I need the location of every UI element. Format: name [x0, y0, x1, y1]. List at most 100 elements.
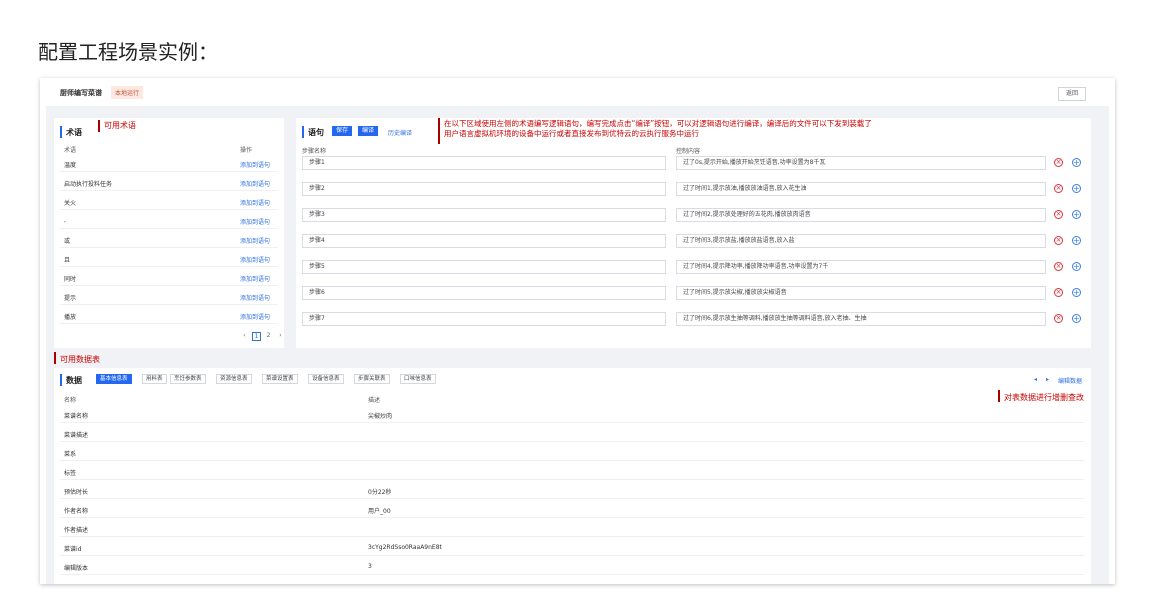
add-row-icon[interactable]: +	[1072, 262, 1081, 271]
term-name: 播放	[64, 314, 77, 321]
control-content-input[interactable]: 过了时间2,提示放处理好的五花肉,播放放肉语音	[676, 208, 1046, 222]
data-tab[interactable]: 菜谱设置表	[262, 374, 298, 384]
data-tab[interactable]: 口味信息表	[400, 374, 436, 384]
step-name-input[interactable]: 步骤1	[302, 156, 666, 170]
data-row-desc: 0分22秒	[368, 489, 392, 496]
delete-row-icon[interactable]: ×	[1054, 184, 1063, 193]
data-row-name: 菜谱描述	[64, 432, 89, 439]
statements-title: 语句	[308, 128, 324, 137]
add-row-icon[interactable]: +	[1072, 288, 1081, 297]
pagination-page-1[interactable]: 1	[252, 332, 261, 341]
page-heading: 配置工程场景实例：	[38, 40, 218, 64]
data-row-name: 预估时长	[64, 489, 89, 496]
data-row-desc: 用户_00	[368, 508, 391, 515]
run-mode-badge: 本地运行	[111, 86, 144, 99]
data-row-name: 标签	[64, 470, 77, 477]
pagination-next[interactable]: ›	[276, 332, 285, 341]
term-name: 或	[64, 238, 71, 245]
data-edit-annotation: 对表数据进行增删查改	[1004, 393, 1084, 402]
save-button[interactable]: 保存	[332, 126, 353, 136]
terms-annotation: 可用术语	[104, 121, 136, 130]
add-row-icon[interactable]: +	[1072, 314, 1081, 323]
compile-button[interactable]: 编译	[358, 126, 379, 136]
statements-annotation-line2: 用户语言虚拟机环境的设备中运行或者直接发布到优特云的云执行服务中运行	[444, 129, 699, 138]
add-to-statement-link[interactable]: 添加到语句	[240, 198, 270, 207]
tab-scroll-left-icon[interactable]: ◂	[1034, 376, 1037, 383]
term-name: 温度	[64, 162, 77, 169]
delete-row-icon[interactable]: ×	[1054, 288, 1063, 297]
control-content-input[interactable]: 过了时间1,提示放油,播放放油语音,放入花生油	[676, 182, 1046, 196]
term-name: ,	[64, 217, 66, 224]
pagination-page-2[interactable]: 2	[264, 332, 273, 341]
data-tab[interactable]: 基本信息表	[96, 374, 132, 384]
statements-col-content: 控制内容	[676, 148, 701, 155]
data-title: 数据	[66, 376, 82, 385]
delete-row-icon[interactable]: ×	[1054, 210, 1063, 219]
data-row-desc: 3	[368, 563, 372, 570]
data-row-name: 作者名称	[64, 508, 89, 515]
control-content-input[interactable]: 过了时间5,提示放尖椒,播放放尖椒语音	[676, 286, 1046, 300]
term-name: 同时	[64, 276, 77, 283]
terms-col-op: 操作	[240, 147, 253, 154]
history-compile-link[interactable]: 历史编译	[388, 128, 412, 137]
app-window: 厨师编写菜谱 本地运行 返回 术语 可用术语 术语 操作 温度 添加到语句 启动…	[40, 78, 1115, 584]
statements-panel: 语句 保存 编译 历史编译 在以下区域使用左侧的术语编写逻辑语句，编写完成点击“…	[296, 118, 1091, 348]
data-tab[interactable]: 设备信息表	[308, 374, 344, 384]
data-col-name: 名称	[64, 397, 77, 404]
step-name-input[interactable]: 步骤5	[302, 260, 666, 274]
data-tab[interactable]: 烹饪参数表	[170, 374, 206, 384]
terms-col-term: 术语	[64, 147, 77, 154]
delete-row-icon[interactable]: ×	[1054, 158, 1063, 167]
term-name: 提示	[64, 295, 77, 302]
terms-title: 术语	[66, 128, 82, 137]
data-tab[interactable]: 用料表	[142, 374, 167, 384]
add-to-statement-link[interactable]: 添加到语句	[240, 160, 270, 169]
data-row-name: 作者描述	[64, 527, 89, 534]
terms-panel: 术语 可用术语 术语 操作 温度 添加到语句 启动执行投料任务 添加到语句 关火…	[54, 118, 284, 348]
data-row-desc: 3cYg2RdSso0RaaA9nE8t	[368, 544, 442, 551]
control-content-input[interactable]: 过了0s,提示开始,播放开始烹饪语音,功率设置为8千瓦	[676, 156, 1046, 170]
add-to-statement-link[interactable]: 添加到语句	[240, 312, 270, 321]
app-title: 厨师编写菜谱	[60, 89, 102, 97]
data-row-name: 菜谱名称	[64, 413, 89, 420]
delete-row-icon[interactable]: ×	[1054, 314, 1063, 323]
delete-row-icon[interactable]: ×	[1054, 236, 1063, 245]
add-row-icon[interactable]: +	[1072, 210, 1081, 219]
edit-data-link[interactable]: 编辑数据	[1058, 376, 1082, 385]
workspace: 术语 可用术语 术语 操作 温度 添加到语句 启动执行投料任务 添加到语句 关火…	[46, 106, 1109, 584]
add-to-statement-link[interactable]: 添加到语句	[240, 217, 270, 226]
step-name-input[interactable]: 步骤3	[302, 208, 666, 222]
tab-scroll-right-icon[interactable]: ▸	[1046, 376, 1049, 383]
data-annotation: 可用数据表	[60, 355, 100, 364]
statements-col-step: 步骤名称	[302, 148, 327, 155]
add-row-icon[interactable]: +	[1072, 158, 1081, 167]
data-col-desc: 描述	[368, 397, 381, 404]
add-to-statement-link[interactable]: 添加到语句	[240, 179, 270, 188]
add-to-statement-link[interactable]: 添加到语句	[240, 293, 270, 302]
data-tab[interactable]: 步骤关联表	[354, 374, 390, 384]
add-row-icon[interactable]: +	[1072, 236, 1081, 245]
data-tab[interactable]: 资源信息表	[216, 374, 252, 384]
data-row-name: 编辑版本	[64, 565, 89, 572]
data-panel: 数据 基本信息表 用料表 烹饪参数表 资源信息表 菜谱设置表 设备信息表 步骤关联表 口味信息…	[54, 368, 1091, 584]
add-to-statement-link[interactable]: 添加到语句	[240, 236, 270, 245]
control-content-input[interactable]: 过了时间4,提示降功率,播放降功率语音,功率设置为7千	[676, 260, 1046, 274]
delete-row-icon[interactable]: ×	[1054, 262, 1063, 271]
term-name: 且	[64, 257, 71, 264]
data-row-name: 菜系	[64, 451, 77, 458]
data-row-desc: 尖椒炒肉	[368, 413, 393, 420]
term-name: 关火	[64, 200, 77, 207]
control-content-input[interactable]: 过了时间3,提示放盐,播放放盐语音,放入盐	[676, 234, 1046, 248]
add-to-statement-link[interactable]: 添加到语句	[240, 255, 270, 264]
add-to-statement-link[interactable]: 添加到语句	[240, 274, 270, 283]
step-name-input[interactable]: 步骤4	[302, 234, 666, 248]
term-name: 启动执行投料任务	[64, 181, 113, 188]
step-name-input[interactable]: 步骤2	[302, 182, 666, 196]
step-name-input[interactable]: 步骤7	[302, 312, 666, 326]
back-button[interactable]: 返回	[1058, 87, 1086, 101]
control-content-input[interactable]: 过了时间6,提示放生抽等调料,播放放生抽等调料语音,放入老抽、生抽	[676, 312, 1046, 326]
data-row-name: 菜谱id	[64, 546, 82, 553]
pagination-prev[interactable]: ‹	[240, 332, 249, 341]
step-name-input[interactable]: 步骤6	[302, 286, 666, 300]
add-row-icon[interactable]: +	[1072, 184, 1081, 193]
